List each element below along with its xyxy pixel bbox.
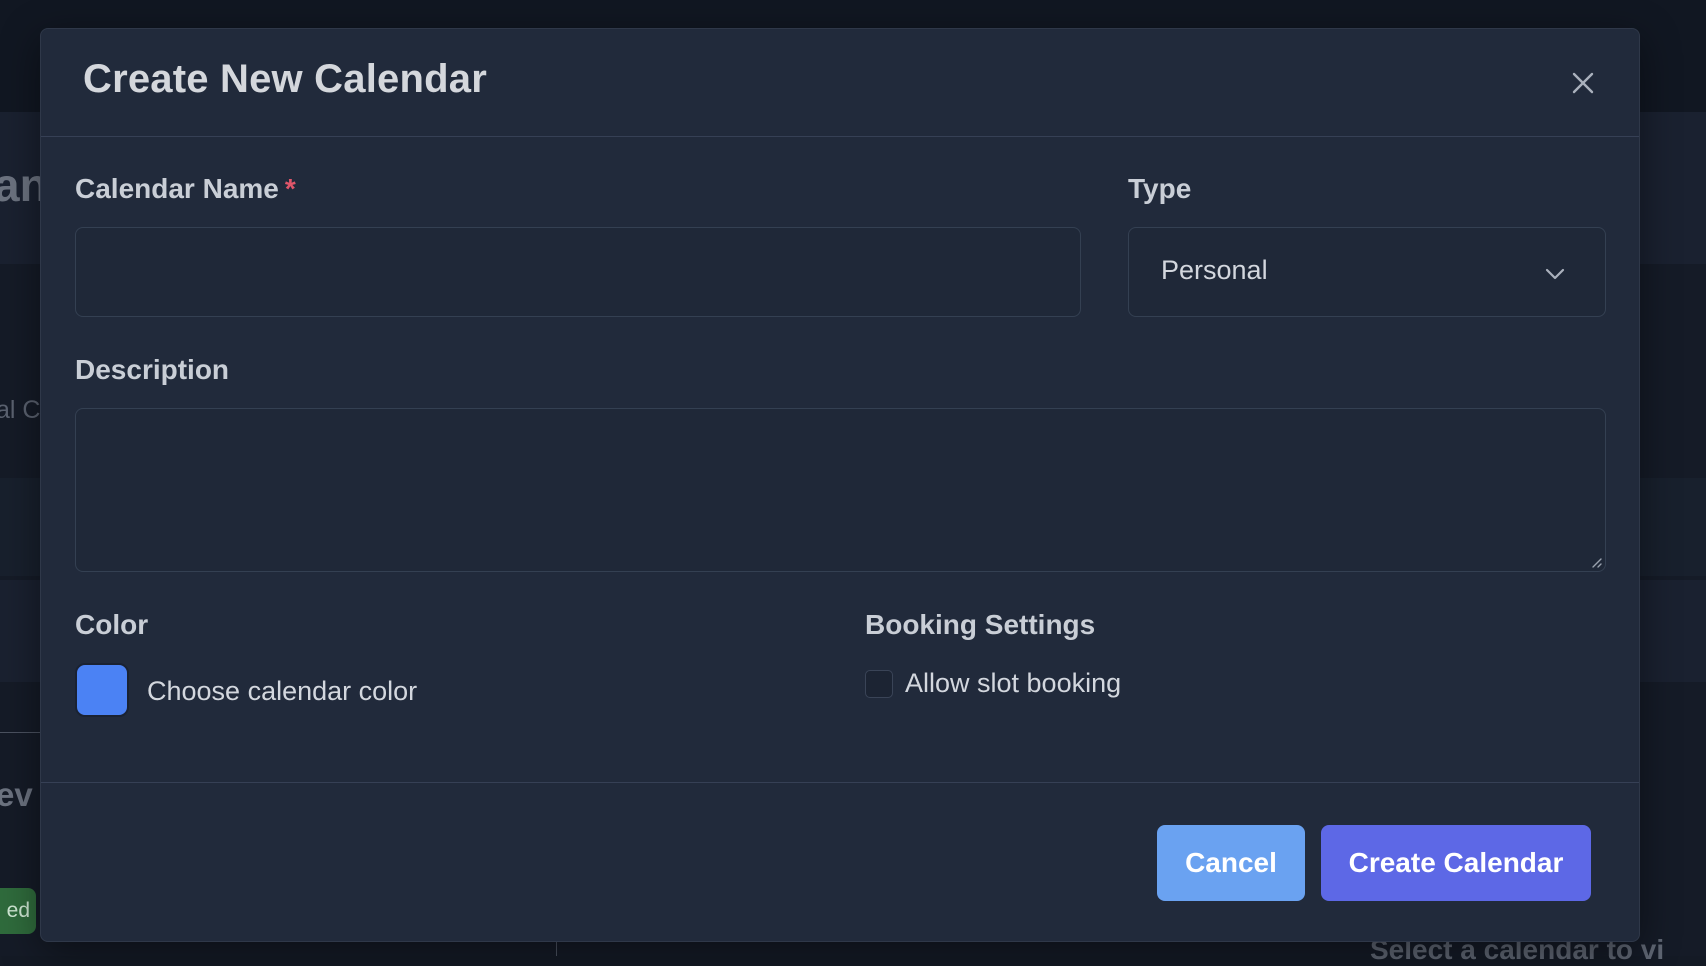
close-button[interactable] [1569,69,1597,97]
footer-divider [41,782,1639,783]
color-swatch-label: Choose calendar color [147,676,418,706]
close-icon [1572,72,1594,94]
booking-settings-label: Booking Settings [865,609,1096,640]
type-select-value: Personal [1161,255,1268,285]
description-label: Description [75,354,230,385]
create-calendar-button[interactable]: Create Calendar [1321,825,1591,901]
required-indicator: * [284,173,296,204]
chevron-down-icon [1545,268,1565,280]
cancel-button[interactable]: Cancel [1157,825,1305,901]
allow-slot-booking-label[interactable]: Allow slot booking [905,668,1121,699]
calendar-name-input[interactable] [75,227,1081,317]
create-calendar-modal: Create New Calendar Calendar Name * Type … [40,28,1640,942]
background-text-fragment: ev [0,776,33,813]
background-divider [0,732,40,733]
type-label: Type [1128,173,1192,204]
calendar-name-label-text: Calendar Name [75,173,279,204]
background-divider [556,940,557,956]
resize-handle-icon[interactable] [1587,553,1603,569]
color-swatch[interactable] [75,663,129,717]
modal-title: Create New Calendar [83,57,487,101]
modal-header: Create New Calendar [41,29,1639,137]
description-textarea[interactable] [75,408,1606,572]
type-select[interactable]: Personal [1128,227,1606,317]
calendar-name-label: Calendar Name * [75,173,296,205]
background-status-badge: ed [0,888,36,934]
background-text-fragment: al C [0,396,41,424]
color-label: Color [75,609,149,640]
allow-slot-booking-checkbox[interactable] [865,670,893,698]
